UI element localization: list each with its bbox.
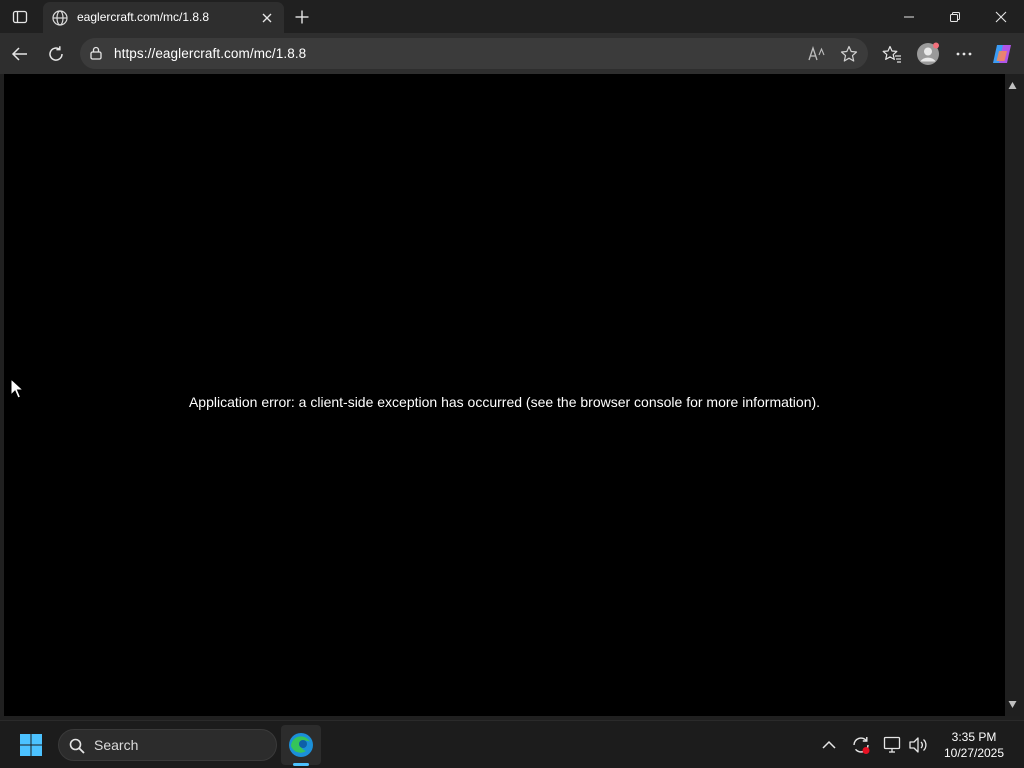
sync-tray-button[interactable]: [851, 735, 871, 755]
search-icon: [69, 738, 85, 754]
lock-icon[interactable]: [89, 46, 103, 60]
vertical-scrollbar[interactable]: [1005, 74, 1020, 716]
close-tab-icon[interactable]: [259, 10, 275, 26]
refresh-icon: [49, 46, 63, 61]
new-tab-button[interactable]: [290, 5, 314, 29]
taskbar-search-box[interactable]: Search: [58, 729, 277, 761]
volume-tray-button[interactable]: [908, 735, 928, 755]
sync-icon: [853, 737, 870, 754]
browser-tab[interactable]: eaglercraft.com/mc/1.8.8: [43, 2, 284, 33]
read-aloud-button[interactable]: [806, 43, 828, 65]
copilot-icon: [993, 45, 1011, 63]
favorites-button[interactable]: [878, 40, 906, 68]
scroll-down-icon[interactable]: [1008, 700, 1017, 709]
favorites-icon: [882, 45, 901, 63]
refresh-button[interactable]: [42, 40, 70, 68]
browser-toolbar: https://eaglercraft.com/mc/1.8.8: [0, 33, 1024, 74]
chevron-up-icon: [822, 740, 836, 749]
clock-date: 10/27/2025: [943, 746, 1005, 760]
mouse-cursor-icon: [10, 378, 24, 399]
tab-actions-icon: [12, 10, 28, 23]
windows-start-icon[interactable]: [19, 733, 43, 757]
tab-actions-button[interactable]: [5, 4, 35, 29]
clock-time: 3:35 PM: [951, 730, 997, 744]
minimize-button[interactable]: [886, 0, 932, 33]
network-tray-button[interactable]: [883, 735, 903, 755]
scroll-up-icon[interactable]: [1008, 81, 1017, 90]
close-window-button[interactable]: [978, 0, 1024, 33]
url-text[interactable]: https://eaglercraft.com/mc/1.8.8: [114, 46, 306, 61]
page-content: Application error: a client-side excepti…: [4, 74, 1005, 716]
address-bar[interactable]: https://eaglercraft.com/mc/1.8.8: [80, 38, 868, 69]
network-icon: [883, 736, 901, 753]
plus-icon: [295, 10, 309, 24]
favorite-star-icon: [840, 45, 858, 62]
read-aloud-icon: [808, 46, 825, 61]
active-app-indicator: [293, 763, 309, 766]
taskbar-clock[interactable]: 3:35 PM 10/27/2025: [934, 729, 1014, 761]
restore-button[interactable]: [932, 0, 978, 33]
more-icon: [956, 52, 972, 56]
copilot-button[interactable]: [988, 40, 1016, 68]
volume-icon: [909, 737, 927, 753]
tab-title: eaglercraft.com/mc/1.8.8: [77, 10, 210, 24]
taskbar: Search 3:35 PM 10/27/2025: [0, 720, 1024, 768]
search-label: Search: [94, 737, 139, 753]
profile-button[interactable]: [914, 40, 942, 68]
show-hidden-icons-button[interactable]: [819, 735, 839, 755]
edge-icon: [289, 733, 313, 757]
globe-icon: [52, 10, 68, 26]
minimize-icon: [904, 16, 914, 17]
taskbar-edge-button[interactable]: [281, 725, 321, 765]
close-icon: [995, 11, 1007, 22]
profile-icon: [917, 42, 939, 65]
more-button[interactable]: [950, 40, 978, 68]
favorite-star-button[interactable]: [838, 43, 860, 65]
back-icon: [11, 47, 27, 61]
restore-icon: [950, 11, 960, 22]
back-button[interactable]: [6, 40, 34, 68]
title-bar: eaglercraft.com/mc/1.8.8: [0, 0, 1024, 33]
application-error-message: Application error: a client-side excepti…: [188, 394, 821, 410]
